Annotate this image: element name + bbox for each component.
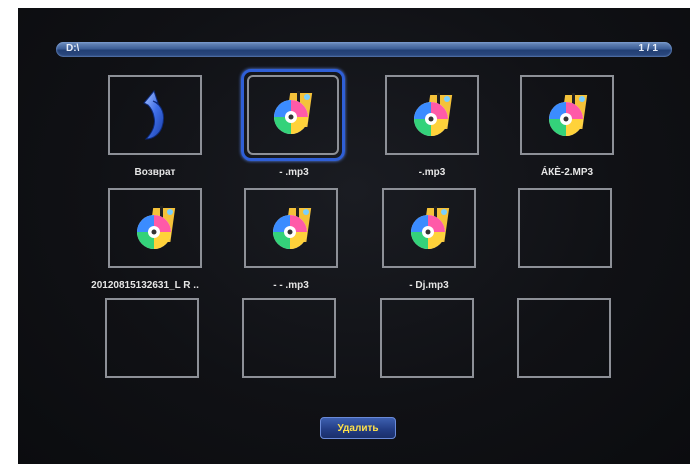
tile-label: ÁКÈ-2.MP3	[540, 167, 594, 178]
tile-label: - .mp3	[279, 167, 309, 178]
tile-label: - Dj.mp3	[409, 280, 449, 291]
music-disc-icon	[411, 206, 450, 249]
tile-back[interactable]	[108, 75, 202, 155]
path-bar: D:\ 1 / 1	[56, 42, 672, 57]
music-disc-icon	[273, 206, 312, 249]
tile-file[interactable]	[244, 188, 338, 268]
tile-file[interactable]	[108, 188, 202, 268]
tile-empty[interactable]	[242, 298, 336, 378]
back-arrow-icon	[143, 89, 165, 140]
music-disc-icon	[137, 206, 176, 249]
current-path: D:\	[66, 43, 80, 54]
tile-file[interactable]	[385, 75, 479, 155]
tile-file[interactable]	[520, 75, 614, 155]
tile-label: 20120815132631_L R ..	[91, 280, 199, 291]
tile-file[interactable]	[382, 188, 476, 268]
tile-empty[interactable]	[517, 298, 611, 378]
music-disc-icon	[274, 91, 313, 134]
page-indicator: 1 / 1	[638, 43, 658, 54]
music-disc-icon	[549, 93, 588, 136]
tile-file-selected[interactable]	[241, 69, 345, 161]
tile-empty[interactable]	[518, 188, 612, 268]
delete-button[interactable]: Удалить	[320, 417, 396, 439]
tile-label: Возврат	[134, 167, 176, 178]
tile-label: - - .mp3	[273, 280, 309, 291]
tile-empty[interactable]	[105, 298, 199, 378]
tile-label: -.mp3	[418, 167, 446, 178]
tile-empty[interactable]	[380, 298, 474, 378]
music-disc-icon	[414, 93, 453, 136]
file-browser-screen: D:\ 1 / 1 Возврат - .mp3 -.mp3 ÁКÈ-2.MP3…	[18, 8, 690, 464]
